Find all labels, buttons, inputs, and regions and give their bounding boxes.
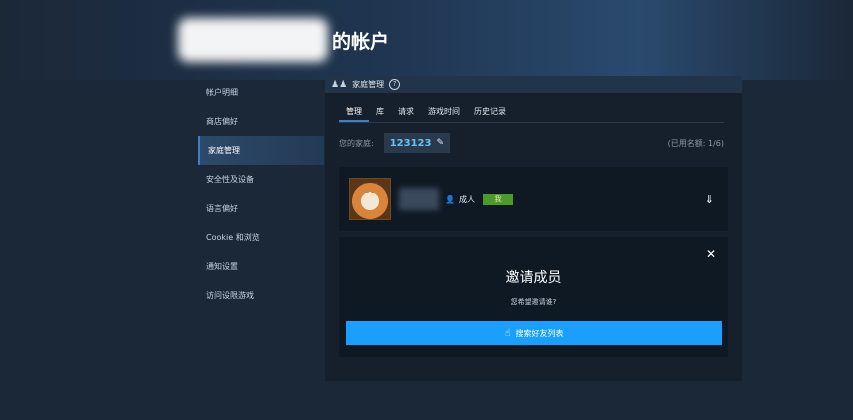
- tabs-divider: [339, 122, 724, 123]
- sidebar-item-security-devices[interactable]: 安全性及设备: [198, 165, 324, 194]
- avatar: [349, 178, 391, 220]
- avatar-ear-right: [371, 183, 381, 193]
- invite-member-card: ✕ 邀请成员 您希望邀请谁? ☝ 搜索好友列表: [339, 237, 728, 357]
- pencil-icon[interactable]: ✎: [436, 138, 444, 148]
- member-role: 👤 成人: [445, 194, 475, 205]
- sidebar-item-store-preferences[interactable]: 商店偏好: [198, 107, 324, 136]
- member-role-label: 成人: [458, 194, 475, 204]
- search-friends-label: 搜索好友列表: [515, 328, 564, 338]
- family-management-panel: ♟♟ 家庭管理 ? 管理 库 请求 游戏时间 历史记录 您的家庭: 123123…: [325, 76, 742, 381]
- sidebar-item-restricted-games[interactable]: 访问设限游戏: [198, 281, 324, 310]
- sidebar-item-cookies[interactable]: Cookie 和浏览: [198, 223, 324, 252]
- help-icon[interactable]: ?: [389, 79, 401, 90]
- search-friends-button[interactable]: ☝ 搜索好友列表: [346, 321, 722, 345]
- account-sidebar: 帐户明细 商店偏好 家庭管理 安全性及设备 语言偏好 Cookie 和浏览 通知…: [198, 78, 324, 310]
- slots-used: (已用名额: 1/6): [667, 138, 724, 148]
- double-chevron-down-icon[interactable]: ⇓: [705, 193, 714, 206]
- family-name-field[interactable]: 123123 ✎: [383, 133, 450, 153]
- sidebar-item-language[interactable]: 语言偏好: [198, 194, 324, 223]
- user-icon: 👤: [445, 194, 455, 204]
- you-badge: 我: [482, 193, 513, 205]
- tab-playtime[interactable]: 游戏时间: [421, 106, 467, 122]
- invite-question: 您希望邀请谁?: [510, 298, 557, 306]
- account-header: 的帐户: [178, 18, 389, 62]
- invite-title: 邀请成员: [505, 270, 562, 286]
- family-label: 您的家庭:: [339, 138, 374, 148]
- header-band: [0, 0, 853, 80]
- panel-header: ♟♟ 家庭管理 ?: [325, 76, 742, 93]
- page-title: 的帐户: [332, 30, 390, 53]
- family-row: 您的家庭: 123123 ✎ (已用名额: 1/6): [339, 133, 724, 153]
- avatar-ear-left: [359, 183, 369, 193]
- sidebar-item-account-details[interactable]: 帐户明细: [198, 78, 324, 107]
- hand-cursor-icon: ☝: [504, 327, 511, 339]
- family-icon: ♟♟: [331, 79, 348, 90]
- tab-library[interactable]: 库: [369, 106, 391, 122]
- tab-requests[interactable]: 请求: [391, 106, 421, 122]
- tab-manage[interactable]: 管理: [339, 106, 369, 122]
- family-name: 123123: [389, 137, 432, 149]
- sidebar-item-family-management[interactable]: 家庭管理: [198, 136, 324, 165]
- sidebar-item-notifications[interactable]: 通知设置: [198, 252, 324, 281]
- close-icon[interactable]: ✕: [706, 247, 716, 261]
- member-card: 👤 成人 我 ⇓: [339, 167, 728, 231]
- redacted-username: [178, 18, 328, 62]
- family-tabs: 管理 库 请求 游戏时间 历史记录: [339, 106, 513, 122]
- tab-history[interactable]: 历史记录: [467, 106, 513, 122]
- redacted-member-name: [399, 188, 439, 210]
- panel-title: 家庭管理: [352, 80, 385, 89]
